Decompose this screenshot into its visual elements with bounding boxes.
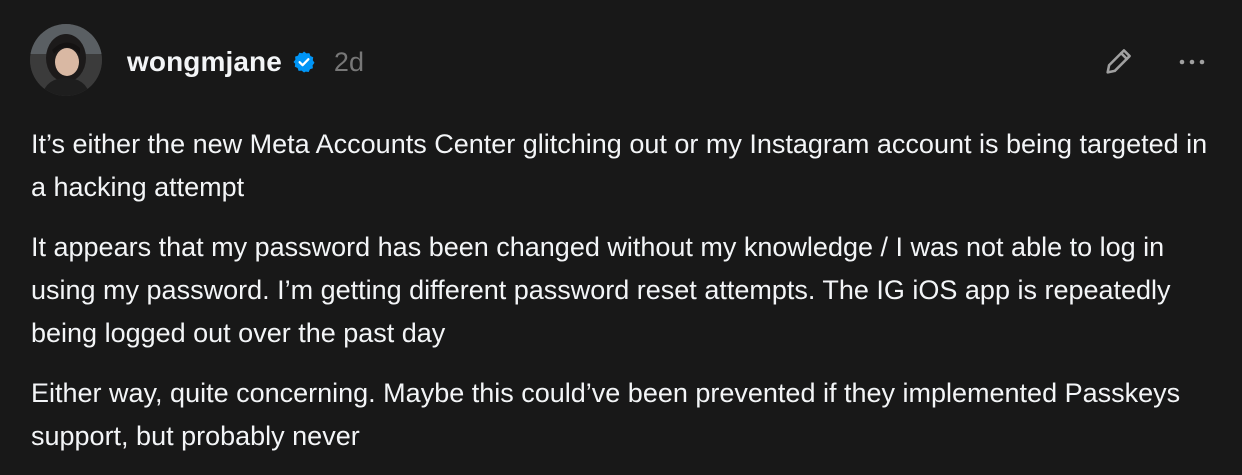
post-paragraph: It appears that my password has been cha…	[31, 232, 1171, 348]
post-paragraph: It’s either the new Meta Accounts Center…	[31, 129, 1208, 202]
post-timestamp[interactable]: 2d	[334, 47, 364, 78]
edit-post-button[interactable]	[1100, 44, 1138, 82]
post-body: It’s either the new Meta Accounts Center…	[31, 123, 1226, 475]
post-header: wongmjane 2d	[127, 40, 364, 84]
pencil-icon	[1102, 44, 1136, 83]
avatar[interactable]	[30, 24, 102, 96]
more-horizontal-icon	[1178, 54, 1206, 72]
username[interactable]: wongmjane	[127, 46, 282, 78]
verified-badge-icon	[292, 50, 316, 74]
post-paragraph: Either way, quite concerning. Maybe this…	[31, 378, 1181, 451]
post-card: wongmjane 2d It’s either the new Meta Ac…	[0, 0, 1242, 468]
more-options-button[interactable]	[1172, 44, 1212, 82]
